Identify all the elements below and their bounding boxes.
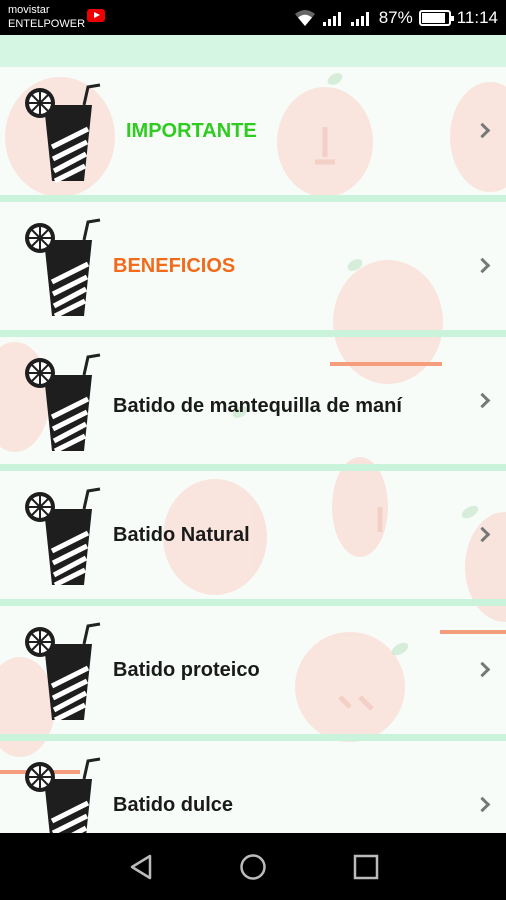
chevron-right-icon xyxy=(474,526,491,543)
list-item-beneficios[interactable]: BENEFICIOS xyxy=(0,202,506,330)
divider xyxy=(0,599,506,606)
item-label-batido-proteico: Batido proteico xyxy=(113,659,260,681)
list-item-batido-mantequilla[interactable]: Batido de mantequilla de maní xyxy=(0,337,506,465)
back-icon[interactable] xyxy=(128,853,156,881)
clock: 11:14 xyxy=(456,7,498,27)
chevron-right-icon xyxy=(474,392,491,409)
navigation-bar xyxy=(0,833,506,900)
main-content: IMPORTANTE BENEFICIOS Batido de mantequi… xyxy=(0,35,506,833)
signal-icon xyxy=(350,10,373,26)
carrier-info: movistar ENTELPOWER xyxy=(8,3,85,31)
carrier-name: movistar xyxy=(8,4,50,16)
item-label-importante: IMPORTANTE xyxy=(126,120,257,142)
item-label-batido-mantequilla: Batido de mantequilla de maní xyxy=(113,395,402,417)
item-label-batido-dulce: Batido dulce xyxy=(113,794,234,816)
home-icon[interactable] xyxy=(239,853,267,881)
signal-icon xyxy=(322,10,345,26)
youtube-icon xyxy=(87,9,105,22)
recents-icon[interactable] xyxy=(352,853,380,881)
divider xyxy=(0,330,506,337)
divider xyxy=(0,734,506,741)
list-item-batido-dulce[interactable]: Batido dulce xyxy=(0,741,506,833)
wifi-icon xyxy=(294,9,315,26)
battery-percent: 87% xyxy=(378,7,413,27)
drink-icon xyxy=(25,353,101,454)
chevron-right-icon xyxy=(474,257,491,274)
list-item-batido-proteico[interactable]: Batido proteico xyxy=(0,606,506,734)
status-indicators: 87% 11:14 xyxy=(293,0,498,35)
drink-icon xyxy=(25,757,101,833)
divider xyxy=(0,464,506,471)
chevron-right-icon xyxy=(474,122,491,139)
drink-icon xyxy=(25,487,101,588)
drink-icon xyxy=(25,83,101,184)
status-bar: movistar ENTELPOWER 87% 11:14 xyxy=(0,0,506,35)
item-label-beneficios: BENEFICIOS xyxy=(113,255,236,277)
list-item-batido-natural[interactable]: Batido Natural xyxy=(0,471,506,599)
item-label-batido-natural: Batido Natural xyxy=(113,524,250,546)
header-strip xyxy=(0,35,506,67)
battery-icon xyxy=(418,9,454,26)
drink-icon xyxy=(25,622,101,723)
list-item-importante[interactable]: IMPORTANTE xyxy=(0,67,506,195)
chevron-right-icon xyxy=(474,796,491,813)
drink-icon xyxy=(25,218,101,319)
carrier-secondary: ENTELPOWER xyxy=(8,18,86,30)
divider xyxy=(0,195,506,202)
chevron-right-icon xyxy=(474,661,491,678)
